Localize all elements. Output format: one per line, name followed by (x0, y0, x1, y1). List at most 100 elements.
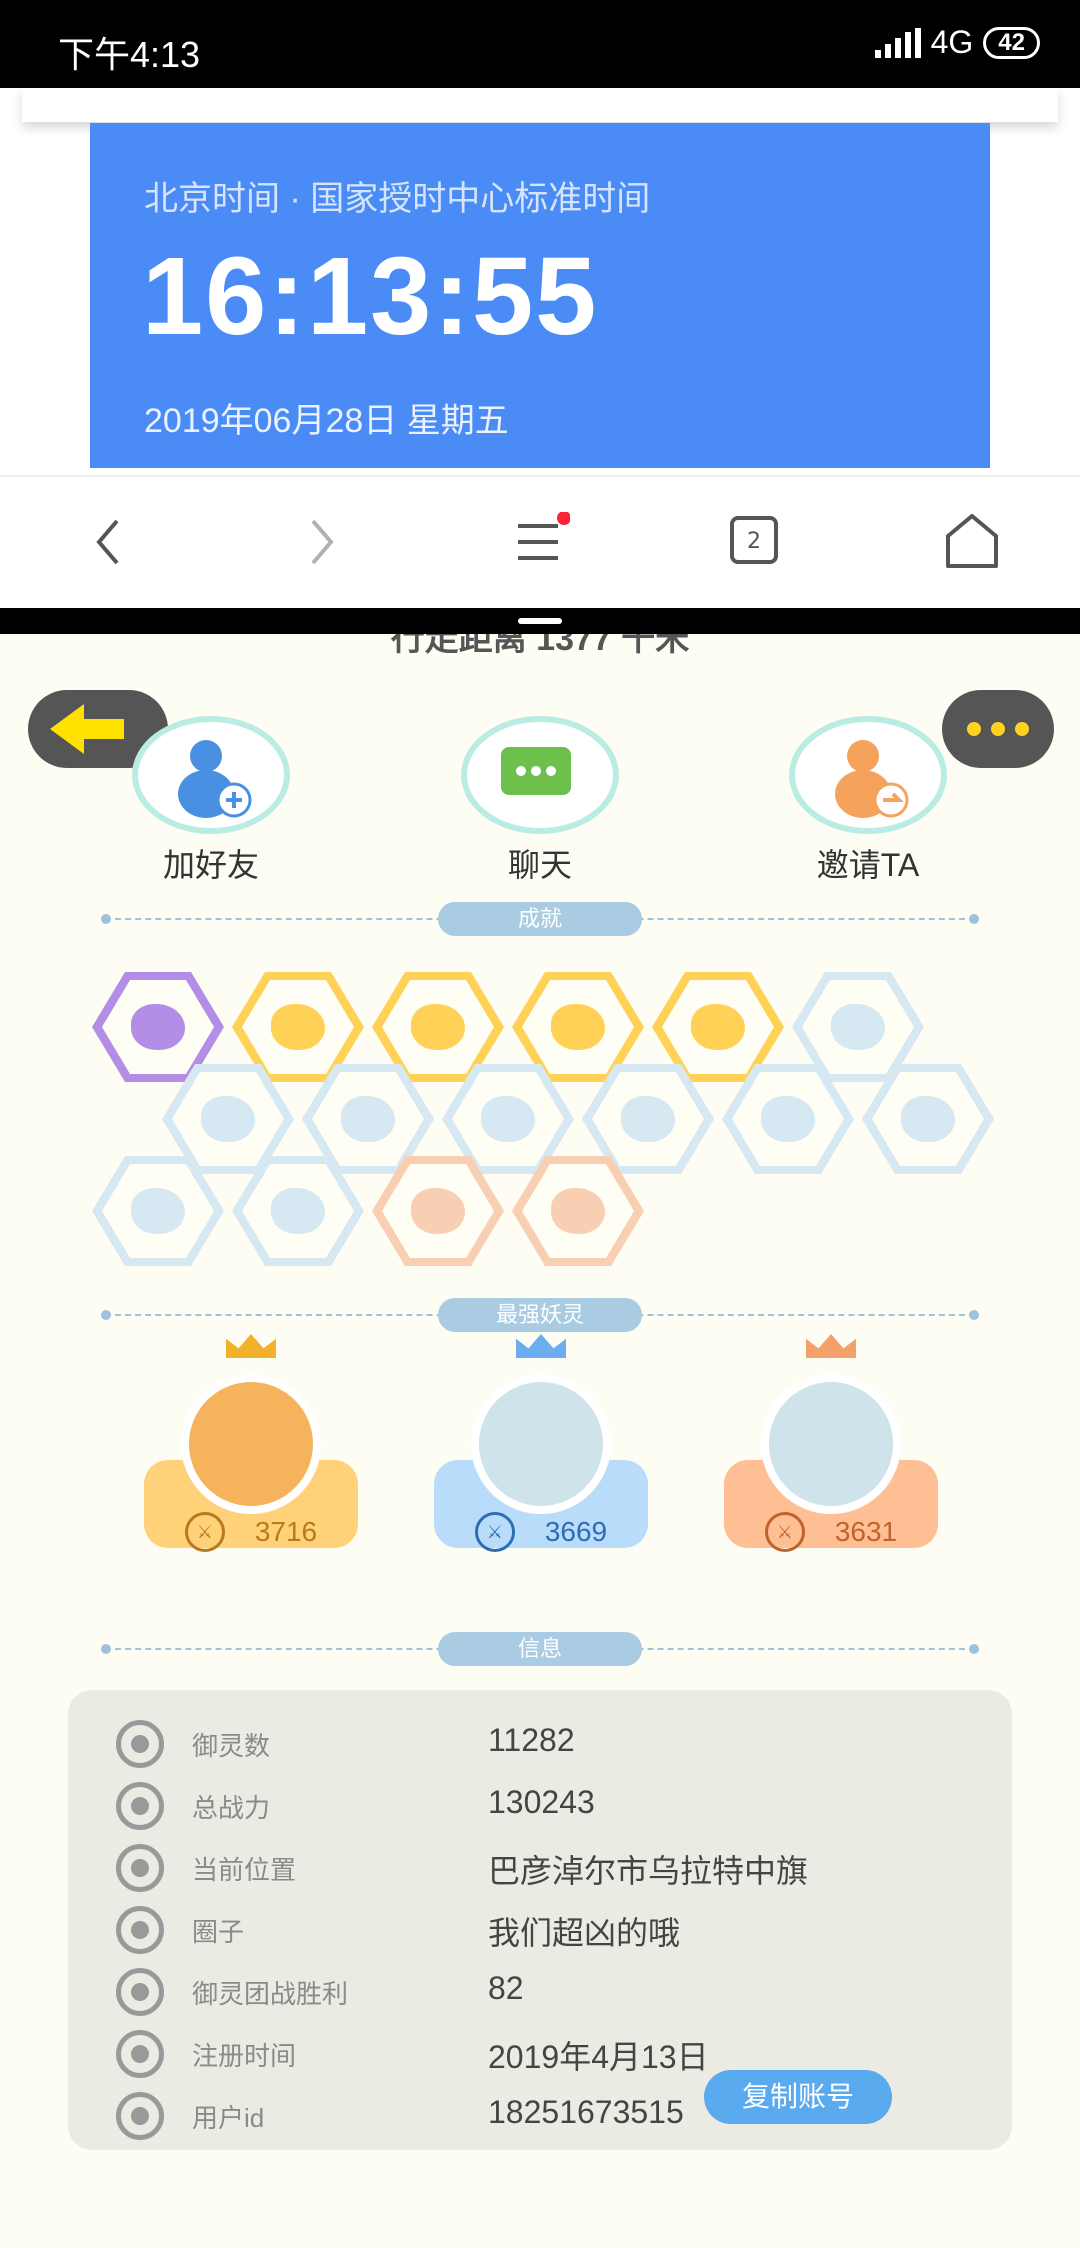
achievement-icon (271, 1188, 325, 1234)
back-button[interactable] (68, 507, 148, 577)
achievement-badge-inner (102, 980, 214, 1074)
spirit-power: ⚔ 3716 (144, 1512, 358, 1552)
time-source-label: 北京时间 · 国家授时中心标准时间 (144, 180, 651, 218)
achievement-icon (761, 1096, 815, 1142)
chat-button[interactable]: 聊天 (460, 716, 620, 886)
info-value: 我们超凶的哦 (488, 1915, 681, 1951)
info-value: 巴彦淖尔市乌拉特中旗 (488, 1853, 809, 1889)
info-key: 注册时间 (192, 2041, 297, 2071)
chat-icon (461, 716, 619, 834)
achievement-icon (831, 1004, 885, 1050)
achievement-icon (621, 1096, 675, 1142)
date-display: 2019年06月28日 星期五 (144, 402, 509, 440)
section-info: 信息 (101, 1632, 979, 1666)
more-dot (1015, 722, 1029, 736)
menu-button[interactable] (500, 507, 580, 577)
section-strongest: 最强妖灵 (101, 1298, 979, 1332)
forward-icon (311, 519, 334, 565)
more-dot (991, 722, 1005, 736)
achievement-badge-inner (522, 1164, 634, 1258)
invite-icon (789, 716, 947, 834)
battery-level: 42 (983, 26, 1040, 59)
sword-icon: ⚔ (474, 1512, 515, 1552)
sword-icon: ⚔ (184, 1512, 225, 1552)
achievement-badge-inner (592, 1072, 704, 1166)
tabs-button[interactable]: 2 (714, 507, 794, 577)
achievement-icon (411, 1004, 465, 1050)
crown-icon (516, 1334, 566, 1358)
achievement-icon (271, 1004, 325, 1050)
home-icon (946, 514, 998, 568)
achievement-badge-inner (242, 1164, 354, 1258)
location-icon (116, 1844, 164, 1892)
home-button[interactable] (932, 507, 1012, 577)
info-key: 圈子 (192, 1917, 245, 1947)
more-button[interactable] (942, 690, 1054, 768)
status-bar: 下午4:13 4G 42 (0, 0, 1080, 88)
power-icon (116, 1782, 164, 1830)
chat-label: 聊天 (507, 847, 572, 883)
spirit-count-icon (116, 1720, 164, 1768)
info-value: 11282 (488, 1722, 575, 1758)
info-key: 总战力 (192, 1793, 271, 1823)
achievement-badge-inner (872, 1072, 984, 1166)
sword-icon: ⚔ (764, 1512, 805, 1552)
achievement-icon (901, 1096, 955, 1142)
browser-nav-bar: 2 (0, 475, 1080, 608)
achievement-icon (131, 1004, 185, 1050)
crown-icon (226, 1334, 276, 1358)
info-row: 御灵团战胜利 82 (68, 1960, 1012, 2022)
achievement-badge-inner (382, 980, 494, 1074)
menu-icon (518, 512, 570, 560)
tabs-icon: 2 (730, 516, 778, 564)
network-type: 4G (930, 24, 974, 60)
info-key: 御灵团战胜利 (192, 1979, 349, 2009)
info-value: 130243 (488, 1784, 595, 1820)
achievement-icon (411, 1188, 465, 1234)
add-friend-label: 加好友 (162, 847, 259, 883)
status-time: 下午4:13 (58, 34, 201, 75)
clock-display: 16:13:55 (142, 235, 599, 358)
back-icon (96, 519, 119, 565)
add-friend-button[interactable]: 加好友 (131, 716, 291, 886)
info-key: 用户id (192, 2103, 265, 2133)
achievement-badge-inner (802, 980, 914, 1074)
spirit-power: ⚔ 3669 (434, 1512, 648, 1552)
forward-button[interactable] (282, 507, 362, 577)
achievement-badge-inner (242, 980, 354, 1074)
achievement-icon (481, 1096, 535, 1142)
walk-distance: 行走距离 1377 千米 (390, 634, 690, 658)
browser-window-top: 北京时间 · 国家授时中心标准时间 16:13:55 2019年06月28日 星… (0, 88, 1080, 608)
spirit-avatar (181, 1374, 321, 1514)
achievement-badge-inner (662, 980, 774, 1074)
section-title: 信息 (438, 1632, 642, 1666)
copy-account-button[interactable]: 复制账号 (704, 2070, 892, 2124)
spirit-avatar (471, 1374, 611, 1514)
achievement-icon (341, 1096, 395, 1142)
invite-button[interactable]: 邀请TA (788, 716, 948, 886)
achievement-badge-inner (102, 1164, 214, 1258)
card-top-edge (22, 88, 1058, 122)
achievement-badge-inner (522, 980, 634, 1074)
achievement-icon (131, 1188, 185, 1234)
achievement-badge-inner (172, 1072, 284, 1166)
spirit-avatar (761, 1374, 901, 1514)
info-row: 圈子 我们超凶的哦 (68, 1898, 1012, 1960)
user-id-icon (116, 2092, 164, 2140)
info-row: 御灵数 11282 (68, 1712, 1012, 1774)
info-row: 总战力 130243 (68, 1774, 1012, 1836)
split-screen-divider[interactable] (0, 608, 1080, 634)
divider-handle[interactable] (518, 618, 562, 624)
info-value: 2019年4月13日 (488, 2039, 709, 2075)
achievement-badge-inner (312, 1072, 424, 1166)
info-value: 82 (488, 1970, 524, 2006)
circle-group-icon (116, 1906, 164, 1954)
game-profile-page: 行走距离 1377 千米 加好友 聊天 邀请TA 成就 最强妖灵 ⚔ 3716 (0, 634, 1080, 2248)
invite-label: 邀请TA (816, 847, 920, 883)
achievement-icon (691, 1004, 745, 1050)
clock-icon (116, 2030, 164, 2078)
achievement-icon (201, 1096, 255, 1142)
section-title: 最强妖灵 (438, 1298, 642, 1332)
signal-icon (874, 27, 921, 58)
achievement-icon (551, 1004, 605, 1050)
